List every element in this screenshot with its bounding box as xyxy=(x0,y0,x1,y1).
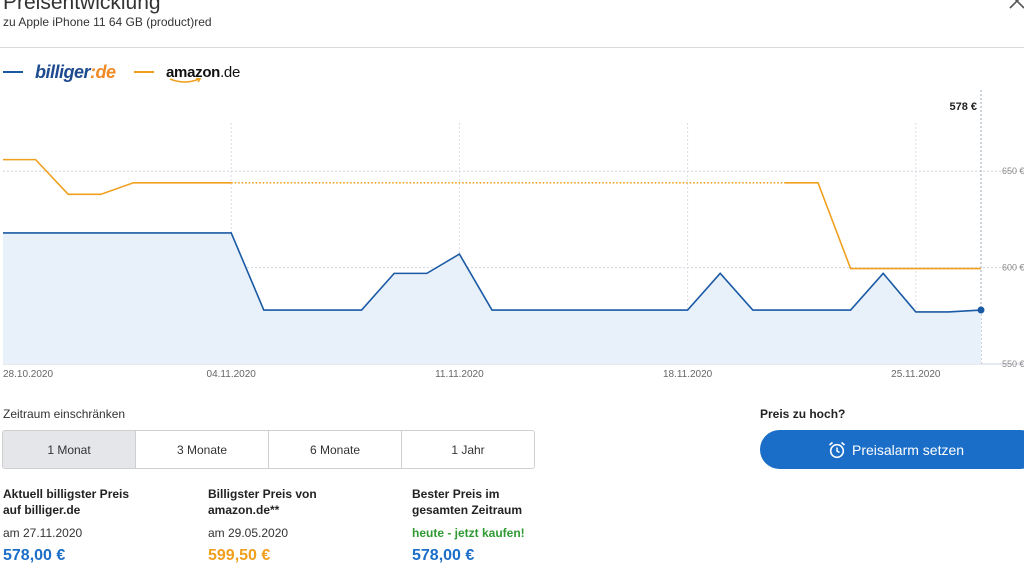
y-tick-label: 600 € xyxy=(1002,263,1024,273)
stat-heading-line2: amazon.de** xyxy=(208,503,280,517)
range-1-month-button[interactable]: 1 Monat xyxy=(3,431,136,468)
stat-price: 578,00 € xyxy=(412,547,475,564)
dialog-title: Preisentwicklung xyxy=(3,0,161,14)
stat-heading-line1: Bester Preis im xyxy=(412,487,500,501)
y-tick-label: 550 € xyxy=(1002,359,1024,369)
stat-heading-line1: Aktuell billigster Preis xyxy=(3,487,130,501)
amazon-series-line xyxy=(3,158,232,196)
stat-best-price: Bester Preis im gesamten Zeitraum heute … xyxy=(412,486,602,564)
amazon-logo: amazon.de xyxy=(166,63,241,83)
current-price-point xyxy=(977,306,985,314)
x-tick-label: 18.11.2020 xyxy=(663,369,713,380)
stat-price: 599,50 € xyxy=(208,547,271,564)
stat-price: 578,00 € xyxy=(3,547,66,564)
x-tick-label: 04.11.2020 xyxy=(207,369,257,380)
header-divider xyxy=(0,47,1024,48)
range-label: Zeitraum einschränken xyxy=(3,407,126,421)
legend-amazon-line xyxy=(134,71,154,73)
price-alarm-button[interactable]: Preisalarm setzen xyxy=(760,430,1024,469)
stat-date: am 29.05.2020 xyxy=(208,526,289,540)
stat-heading-line1: Billigster Preis von xyxy=(208,487,317,501)
stat-date: am 27.11.2020 xyxy=(3,526,83,540)
legend-billiger[interactable]: billiger:de xyxy=(3,60,116,84)
stat-heading-line2: auf billiger.de xyxy=(3,503,81,517)
current-price-label: 578 € xyxy=(949,101,977,113)
range-selector: 1 Monat 3 Monate 6 Monate 1 Jahr xyxy=(2,430,535,469)
alarm-question: Preis zu hoch? xyxy=(760,407,846,421)
x-tick-label: 11.11.2020 xyxy=(435,369,484,380)
price-chart: 28.10.2020 04.11.2020 11.11.2020 18.11.2020… xyxy=(3,90,1024,380)
x-tick-label: 25.11.2020 xyxy=(891,369,941,380)
stat-amazon-cheapest: Billigster Preis von amazon.de** am 29.0… xyxy=(208,486,398,564)
stat-heading-line2: gesamten Zeitraum xyxy=(412,503,523,517)
billiger-area xyxy=(3,232,981,364)
amazon-series-line xyxy=(785,181,981,270)
stat-current-cheapest: Aktuell billigster Preis auf billiger.de… xyxy=(3,486,193,564)
price-alarm-label: Preisalarm setzen xyxy=(852,441,965,458)
legend-amazon[interactable]: amazon.de xyxy=(134,60,240,84)
range-3-months-button[interactable]: 3 Monate xyxy=(136,431,269,468)
legend-billiger-line xyxy=(3,71,23,73)
alarm-clock-icon xyxy=(828,441,846,458)
y-tick-label: 650 € xyxy=(1002,166,1024,176)
billiger-logo: billiger:de xyxy=(35,61,116,82)
x-tick-label: 28.10.2020 xyxy=(3,369,53,380)
buy-now-hint: heute - jetzt kaufen! xyxy=(412,526,525,540)
range-6-months-button[interactable]: 6 Monate xyxy=(269,431,402,468)
range-1-year-button[interactable]: 1 Jahr xyxy=(402,431,534,468)
close-icon[interactable] xyxy=(1004,0,1024,16)
product-subtitle: zu Apple iPhone 11 64 GB (product)red xyxy=(3,15,212,29)
